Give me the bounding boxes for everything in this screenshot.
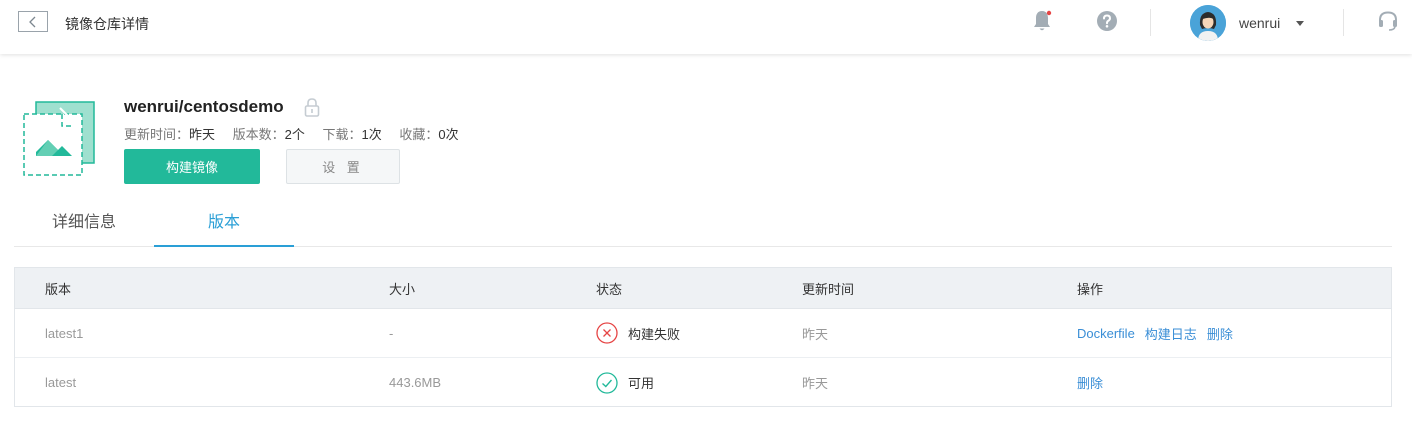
lock-icon (304, 98, 320, 117)
build-log-link[interactable]: 构建日志 (1145, 324, 1197, 343)
table-row: latest 443.6MB 可用 昨天 删除 (15, 358, 1391, 407)
status-text: 可用 (628, 376, 655, 391)
downloads-label: 下载： (322, 127, 362, 142)
actions-cell: 删除 (1077, 358, 1113, 407)
column-header: 状态 (596, 281, 623, 297)
favorites-value: 0次 (438, 127, 459, 142)
versions-label: 版本数： (232, 127, 285, 142)
tab-versions[interactable]: 版本 (154, 204, 294, 247)
settings-button[interactable]: 设 置 (286, 149, 400, 184)
column-header: 大小 (389, 281, 416, 297)
check-circle-icon (596, 371, 618, 394)
headset-icon[interactable] (1377, 10, 1399, 32)
actions-cell: Dockerfile 构建日志 删除 (1077, 309, 1243, 357)
dockerfile-link[interactable]: Dockerfile (1077, 326, 1135, 341)
column-header: 更新时间 (802, 281, 855, 297)
divider (1343, 9, 1344, 36)
bell-icon[interactable] (1031, 9, 1053, 33)
favorites-label: 收藏： (399, 127, 439, 142)
column-header: 操作 (1077, 281, 1104, 297)
versions-table: 版本 大小 状态 更新时间 操作 latest1 - 构建失败 昨天 Docke… (14, 267, 1392, 407)
size-cell: 443.6MB (389, 375, 442, 390)
tab-bar: 详细信息 版本 (14, 204, 1392, 247)
tab-details[interactable]: 详细信息 (14, 204, 154, 247)
divider (1150, 9, 1151, 36)
updated-value: 昨天 (189, 127, 216, 142)
updated-label: 更新时间： (124, 127, 190, 142)
delete-link[interactable]: 删除 (1077, 373, 1103, 392)
status-cell: 构建失败 (596, 309, 680, 357)
error-circle-icon (596, 322, 618, 344)
chevron-left-icon (29, 16, 36, 27)
version-cell: latest (45, 375, 77, 390)
help-icon[interactable] (1096, 10, 1118, 32)
notification-dot (1046, 10, 1052, 16)
repo-meta: 更新时间：昨天 版本数：2个 下载：1次 收藏：0次 (124, 124, 459, 143)
chevron-down-icon[interactable] (1296, 21, 1304, 26)
back-button[interactable] (18, 11, 48, 32)
avatar-image (1190, 5, 1226, 41)
column-header: 版本 (45, 281, 72, 297)
versions-value: 2个 (284, 127, 305, 142)
username[interactable]: wenrui (1239, 15, 1280, 31)
version-cell: latest1 (45, 325, 84, 341)
avatar[interactable] (1190, 5, 1226, 41)
downloads-value: 1次 (361, 127, 382, 142)
delete-link[interactable]: 删除 (1207, 324, 1233, 343)
updated-cell: 昨天 (802, 326, 829, 342)
table-header: 版本 大小 状态 更新时间 操作 (15, 268, 1391, 309)
image-repo-icon (23, 101, 95, 176)
build-image-button[interactable]: 构建镜像 (124, 149, 260, 184)
top-bar: 镜像仓库详情 wenrui (0, 0, 1412, 54)
repo-name: wenrui/centosdemo (124, 97, 284, 116)
updated-cell: 昨天 (802, 376, 829, 391)
size-cell: - (389, 325, 394, 341)
status-cell: 可用 (596, 358, 654, 407)
table-row: latest1 - 构建失败 昨天 Dockerfile 构建日志 删除 (15, 309, 1391, 358)
page-title: 镜像仓库详情 (65, 16, 149, 32)
status-text: 构建失败 (628, 326, 681, 342)
